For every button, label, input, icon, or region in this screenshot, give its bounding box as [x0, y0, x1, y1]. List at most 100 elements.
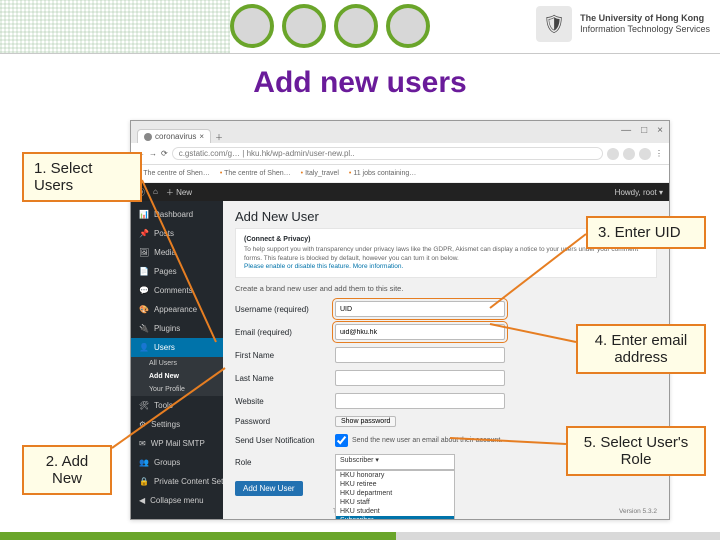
- mail-icon: ✉: [139, 439, 146, 448]
- chrome-tabstrip: coronavirus × ＋ — □ ×: [131, 121, 669, 143]
- lastname-input[interactable]: [335, 370, 505, 386]
- role-option[interactable]: HKU honorary: [336, 471, 454, 480]
- brand-block: 🛡 The University of Hong Kong Informatio…: [536, 6, 710, 42]
- role-select-wrap: Subscriber ▾ HKU honorary HKU retiree HK…: [335, 454, 455, 470]
- maximize-button[interactable]: □: [641, 125, 647, 136]
- sub-your-profile[interactable]: Your Profile: [131, 383, 223, 396]
- groups-icon: 👥: [139, 458, 149, 467]
- sidebar-item-users[interactable]: 👤Users: [131, 338, 223, 357]
- bookmark-item[interactable]: The centre of Shen…: [220, 170, 291, 177]
- url-field[interactable]: c.gstatic.com/g… | hku.hk/wp-admin/user-…: [172, 147, 603, 160]
- tools-icon: 🛠: [139, 401, 149, 410]
- slide-title: Add new users: [0, 54, 720, 108]
- sidebar-item-posts[interactable]: 📌Posts: [131, 224, 223, 243]
- privacy-link[interactable]: Please enable or disable this feature. M…: [244, 263, 648, 271]
- pin-icon: 📌: [139, 229, 149, 238]
- slide-banner: 🛡 The University of Hong Kong Informatio…: [0, 0, 720, 54]
- tab-close-icon[interactable]: ×: [199, 132, 204, 141]
- brand-line1: The University of Hong Kong: [580, 13, 710, 24]
- callout-select-users: 1. Select Users: [22, 152, 142, 202]
- site-home-link[interactable]: ⌂: [153, 187, 158, 198]
- ext-icon[interactable]: [623, 148, 635, 160]
- password-label: Password: [235, 417, 335, 426]
- sidebar-item-media[interactable]: 🖼Media: [131, 243, 223, 262]
- callout-enter-uid: 3. Enter UID: [586, 216, 706, 249]
- sidebar-item-wpmailsmtp[interactable]: ✉WP Mail SMTP: [131, 434, 223, 453]
- howdy-user[interactable]: Howdy, root ▾: [615, 188, 663, 197]
- tab-title: coronavirus: [155, 132, 196, 141]
- banner-photo-dots: [230, 4, 430, 48]
- sub-all-users[interactable]: All Users: [131, 357, 223, 370]
- sidebar-item-appearance[interactable]: 🎨Appearance: [131, 300, 223, 319]
- sidebar-item-private-content[interactable]: 🔒Private Content Settings: [131, 472, 223, 491]
- role-select[interactable]: Subscriber ▾: [335, 454, 455, 470]
- notify-label: Send User Notification: [235, 436, 335, 445]
- role-option[interactable]: HKU student: [336, 507, 454, 516]
- sidebar-item-pages[interactable]: 📄Pages: [131, 262, 223, 281]
- role-option[interactable]: HKU department: [336, 489, 454, 498]
- slide-bottom-bar: [0, 532, 720, 540]
- hku-crest-icon: 🛡: [536, 6, 572, 42]
- window-controls: — □ ×: [621, 125, 663, 136]
- collapse-icon: ◀: [139, 496, 145, 505]
- sidebar-item-groups[interactable]: 👥Groups: [131, 453, 223, 472]
- lock-icon: 🔒: [139, 477, 149, 486]
- role-option[interactable]: HKU retiree: [336, 480, 454, 489]
- dashboard-icon: 📊: [139, 210, 149, 219]
- lastname-label: Last Name: [235, 374, 335, 383]
- new-tab-button[interactable]: ＋: [215, 132, 223, 143]
- page-desc: Create a brand new user and add them to …: [235, 284, 657, 293]
- notify-text: Send the new user an email about their a…: [352, 437, 502, 444]
- browser-tab[interactable]: coronavirus ×: [137, 129, 211, 143]
- email-input[interactable]: [335, 324, 505, 340]
- website-input[interactable]: [335, 393, 505, 409]
- bookmark-item[interactable]: The centre of Shen…: [139, 170, 210, 177]
- wp-version: Version 5.3.2: [619, 508, 657, 515]
- wp-admin-bar: ⓦ ⌂ ＋ New Howdy, root ▾: [131, 183, 669, 201]
- firstname-input[interactable]: [335, 347, 505, 363]
- new-content-link[interactable]: ＋ New: [166, 187, 192, 198]
- sidebar-users-submenu: All Users Add New Your Profile: [131, 357, 223, 396]
- add-new-user-button[interactable]: Add New User: [235, 481, 303, 496]
- sidebar-item-plugins[interactable]: 🔌Plugins: [131, 319, 223, 338]
- sidebar-item-dashboard[interactable]: 📊Dashboard: [131, 205, 223, 224]
- username-label: Username (required): [235, 305, 335, 314]
- reload-icon[interactable]: ⟳: [161, 149, 168, 158]
- comment-icon: 💬: [139, 286, 149, 295]
- ext-icon[interactable]: [607, 148, 619, 160]
- close-button[interactable]: ×: [657, 125, 663, 136]
- firstname-label: First Name: [235, 351, 335, 360]
- bookmark-item[interactable]: 11 jobs containing…: [349, 170, 416, 177]
- role-option[interactable]: HKU staff: [336, 498, 454, 507]
- show-password-button[interactable]: Show password: [335, 416, 396, 427]
- media-icon: 🖼: [139, 248, 149, 257]
- sidebar-item-settings[interactable]: ⚙Settings: [131, 415, 223, 434]
- gear-icon: ⚙: [139, 420, 146, 429]
- username-input[interactable]: [335, 301, 505, 317]
- role-label: Role: [235, 458, 335, 467]
- address-bar-row: ← → ⟳ c.gstatic.com/g… | hku.hk/wp-admin…: [131, 143, 669, 165]
- wp-sidebar: 📊Dashboard 📌Posts 🖼Media 📄Pages 💬Comment…: [131, 201, 223, 519]
- user-icon: 👤: [139, 343, 149, 352]
- sidebar-collapse[interactable]: ◀Collapse menu: [131, 491, 223, 510]
- callout-enter-email: 4. Enter email address: [576, 324, 706, 374]
- plugin-icon: 🔌: [139, 324, 149, 333]
- role-dropdown-list: HKU honorary HKU retiree HKU department …: [335, 470, 455, 519]
- menu-dots-icon[interactable]: ⋮: [655, 149, 663, 158]
- role-option[interactable]: Subscriber: [336, 516, 454, 519]
- sidebar-item-tools[interactable]: 🛠Tools: [131, 396, 223, 415]
- page-icon: 📄: [139, 267, 149, 276]
- tab-favicon-icon: [144, 133, 152, 141]
- brand-line2: Information Technology Services: [580, 24, 710, 35]
- callout-select-role: 5. Select User's Role: [566, 426, 706, 476]
- notify-checkbox[interactable]: [335, 434, 348, 447]
- profile-avatar-icon[interactable]: [639, 148, 651, 160]
- minimize-button[interactable]: —: [621, 125, 631, 136]
- website-label: Website: [235, 397, 335, 406]
- nav-fwd-icon[interactable]: →: [149, 149, 157, 158]
- sub-add-new[interactable]: Add New: [131, 370, 223, 383]
- sidebar-item-comments[interactable]: 💬Comments: [131, 281, 223, 300]
- appearance-icon: 🎨: [139, 305, 149, 314]
- bookmarks-bar: The centre of Shen… The centre of Shen… …: [131, 165, 669, 183]
- bookmark-item[interactable]: Italy_travel: [301, 170, 339, 177]
